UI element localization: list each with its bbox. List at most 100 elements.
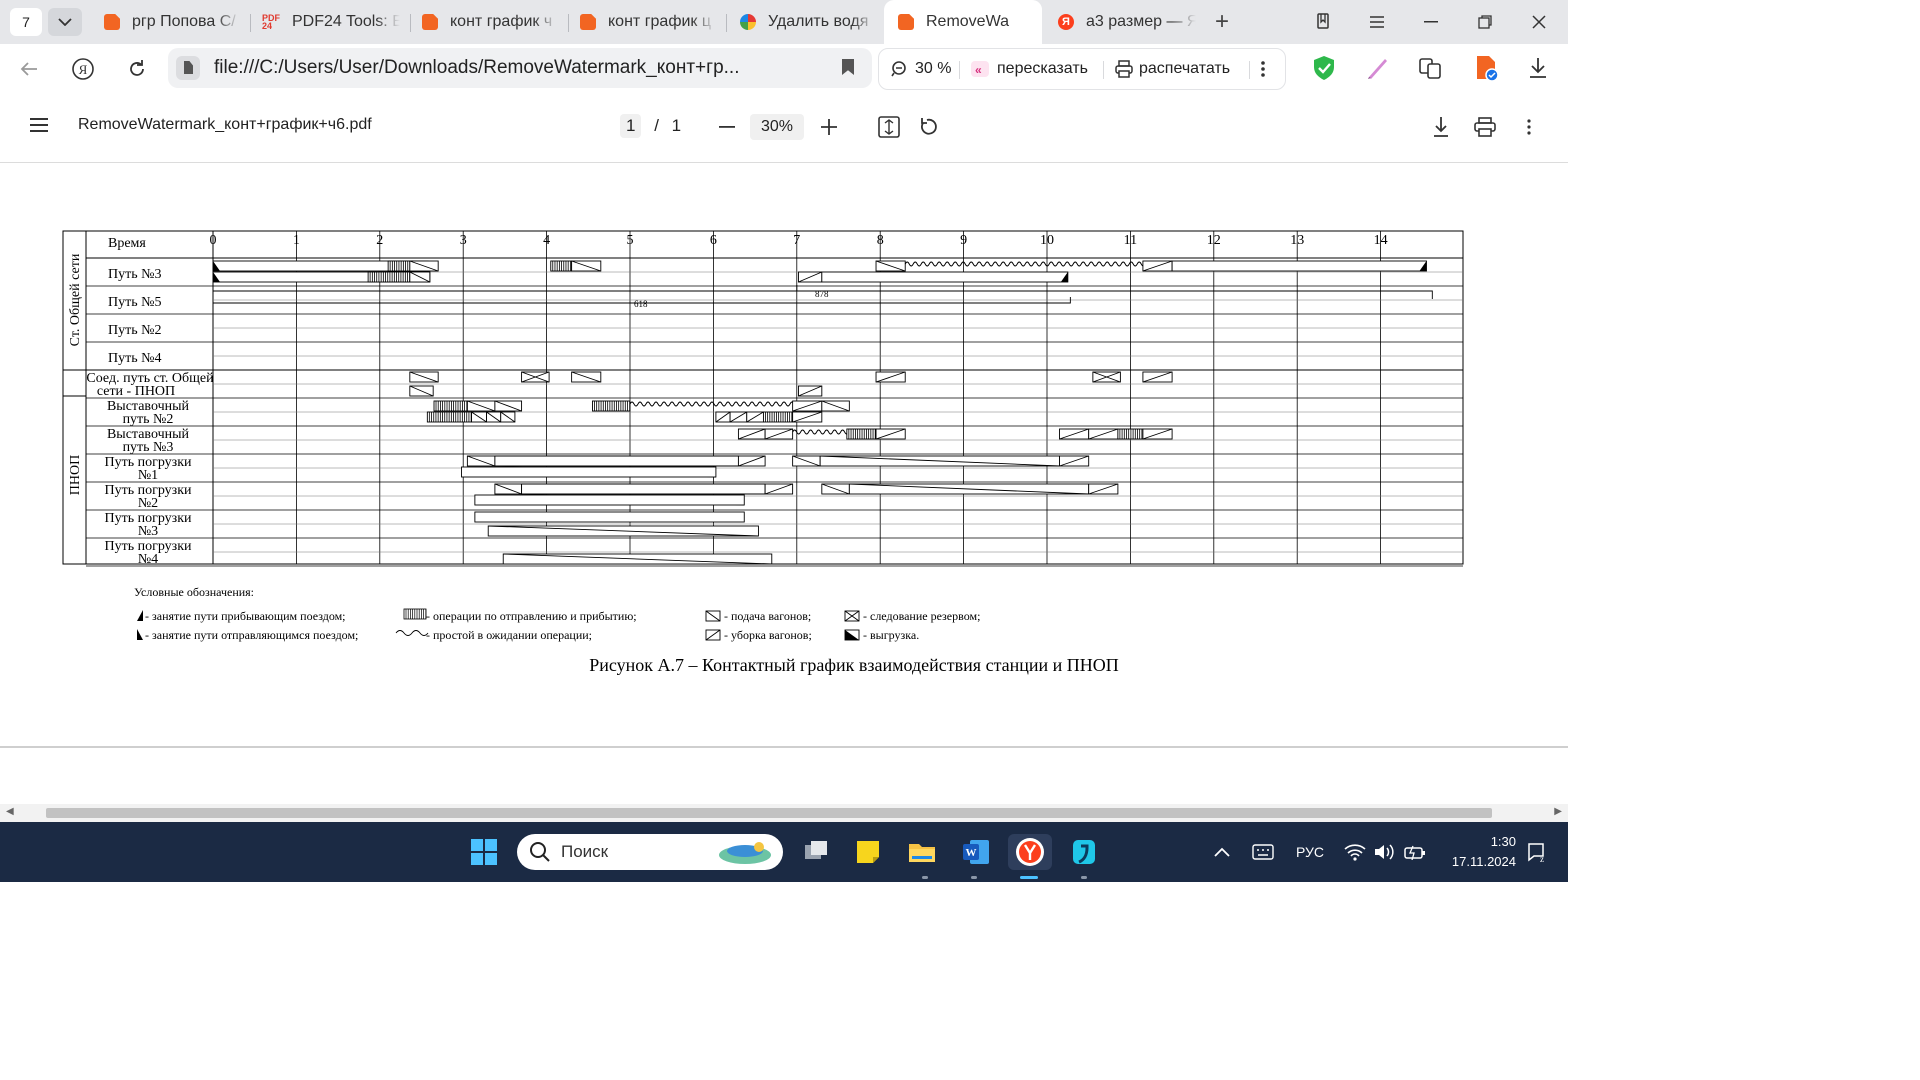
new-tab-button[interactable]: +: [1208, 8, 1236, 36]
zoom-out-button[interactable]: [712, 112, 742, 142]
pdf-icon: [422, 14, 438, 30]
yandex-home-button[interactable]: Я: [68, 54, 98, 84]
legend-item-unload: - выгрузка.: [844, 628, 919, 642]
print-page-button[interactable]: распечатать: [1115, 49, 1230, 89]
minimize-button[interactable]: [1416, 8, 1446, 36]
battery-button[interactable]: [1404, 822, 1426, 882]
rotate-button[interactable]: [914, 112, 944, 142]
arrival-symbol: [137, 610, 143, 621]
pdf-icon: [104, 14, 120, 30]
more-vertical-icon: [1261, 61, 1265, 77]
pdf-badge-icon: [1477, 56, 1498, 81]
tab-count-button[interactable]: 7: [10, 8, 42, 36]
wifi-button[interactable]: [1344, 822, 1366, 882]
bookmark-icon[interactable]: [842, 59, 854, 75]
system-clock[interactable]: 1:30 17.11.2024: [1440, 832, 1516, 872]
notifications-button[interactable]: z: [1526, 822, 1546, 882]
clock-time: 1:30: [1490, 834, 1516, 849]
printer-icon: [1474, 117, 1496, 137]
plus-icon: [821, 119, 837, 135]
train-label-878: 878: [815, 289, 829, 299]
downloads-button[interactable]: [1524, 54, 1552, 82]
bookmarks-icon: [1317, 13, 1329, 29]
reload-button[interactable]: [122, 54, 152, 84]
time-tick-label: 0: [210, 233, 217, 248]
sticky-notes-icon: [857, 841, 879, 863]
fit-page-button[interactable]: [874, 112, 904, 142]
page-indicator: 1 / 1: [620, 114, 681, 138]
time-tick-label: 1: [293, 233, 300, 248]
horizontal-scrollbar[interactable]: ◀ ▶: [0, 804, 1568, 822]
pdf-more-button[interactable]: [1514, 112, 1544, 142]
tab-strip: 7 ргр Попова С/ PDF 24 PDF24 Tools: E кон…: [0, 0, 1568, 44]
more-actions-button[interactable]: [1261, 49, 1265, 89]
hamburger-icon: [1370, 16, 1384, 28]
restore-icon: [1478, 15, 1492, 29]
scrollbar-thumb[interactable]: [46, 808, 1492, 818]
sticky-notes-button[interactable]: [850, 834, 886, 870]
back-button[interactable]: [14, 54, 44, 84]
tab-2[interactable]: конт график ч: [422, 4, 558, 40]
tab-5-active[interactable]: RemoveWa: [884, 0, 1042, 44]
zoom-input[interactable]: 30%: [750, 114, 804, 140]
protect-extension[interactable]: [1310, 54, 1338, 82]
taskbar-search[interactable]: Поиск: [517, 834, 783, 870]
tab-3[interactable]: конт график ц: [580, 4, 716, 40]
retell-button[interactable]: « пересказать: [971, 49, 1088, 89]
tab-6[interactable]: Я а3 размер — Я: [1058, 4, 1196, 40]
time-tick-label: 7: [793, 233, 800, 248]
language-indicator[interactable]: РУС: [1296, 822, 1324, 882]
restore-button[interactable]: [1470, 8, 1500, 36]
start-button[interactable]: [466, 834, 502, 870]
row-label-line: №3: [138, 524, 158, 539]
time-tick-label: 2: [376, 233, 383, 248]
tab-1[interactable]: PDF 24 PDF24 Tools: E: [262, 4, 400, 40]
translate-extension[interactable]: [1416, 54, 1444, 82]
sidebar-toggle-icon[interactable]: [30, 118, 48, 132]
page-input[interactable]: 1: [620, 114, 642, 138]
file-explorer-button[interactable]: [904, 834, 940, 870]
ops-hatch: [592, 400, 631, 412]
windows-icon: [471, 839, 497, 865]
pen-extension[interactable]: [1364, 54, 1392, 82]
search-label: Поиск: [561, 842, 609, 861]
scroll-right-icon[interactable]: ▶: [1554, 806, 1562, 817]
legend-item-ops: - операции по отправлению и прибытию;: [403, 608, 637, 623]
pdf-print-button[interactable]: [1470, 112, 1500, 142]
time-tick-label: 10: [1040, 233, 1054, 248]
app-icon: [1073, 840, 1095, 864]
close-button[interactable]: [1524, 8, 1554, 36]
wifi-icon: [1344, 844, 1366, 861]
ops-hatch: [387, 260, 411, 272]
app-button[interactable]: [1066, 834, 1102, 870]
menu-button[interactable]: [1362, 8, 1392, 36]
scroll-left-icon[interactable]: ◀: [6, 806, 14, 817]
pdf-icon: [898, 14, 914, 30]
keyboard-button[interactable]: [1252, 822, 1274, 882]
zoom-button[interactable]: 30 %: [891, 49, 951, 89]
legend-label: - занятие пути отправляющимся поездом;: [145, 628, 358, 642]
legend-label: - простой в ожидании операции;: [426, 628, 592, 642]
pdf-extension[interactable]: [1472, 54, 1500, 82]
word-button[interactable]: W: [958, 834, 994, 870]
collections-button[interactable]: [1308, 8, 1338, 36]
loading-bar: [521, 483, 766, 495]
print-label: распечатать: [1139, 60, 1231, 77]
yandex-browser-button[interactable]: [1008, 834, 1052, 870]
tab-list-button[interactable]: [48, 8, 82, 36]
clock-date: 17.11.2024: [1451, 854, 1516, 869]
zoom-in-button[interactable]: [814, 112, 844, 142]
download-icon: [1530, 58, 1546, 78]
pdf-download-button[interactable]: [1426, 112, 1456, 142]
address-bar[interactable]: file:///C:/Users/User/Downloads/RemoveWa…: [168, 48, 872, 88]
address-row: Я file:///C:/Users/User/Downloads/Remove…: [0, 44, 1568, 94]
keyboard-icon: [1252, 844, 1274, 860]
task-view-button[interactable]: [798, 834, 834, 870]
row-label-line: №2: [138, 496, 158, 511]
tab-0[interactable]: ргр Попова С/: [104, 4, 240, 40]
row-label: Путь №3: [108, 267, 161, 282]
minus-icon: [719, 126, 735, 128]
tab-4[interactable]: Удалить водя: [740, 4, 876, 40]
volume-button[interactable]: [1374, 822, 1396, 882]
tray-overflow-button[interactable]: [1214, 822, 1230, 882]
